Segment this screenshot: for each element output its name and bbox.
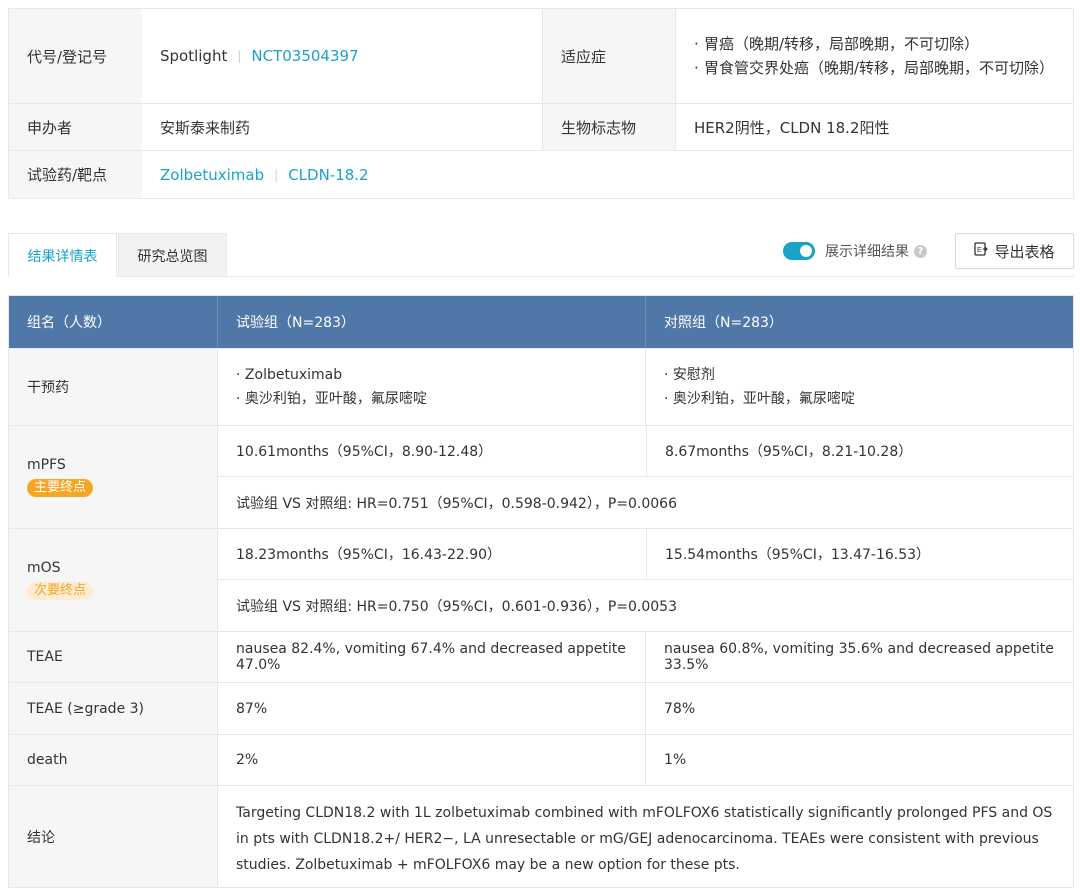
drug-value: Zolbetuximab | CLDN-18.2 — [142, 151, 1073, 198]
row-mpfs: mPFS 主要终点 10.61months（95%CI，8.90-12.48） … — [9, 425, 1073, 528]
show-details-toggle[interactable] — [783, 242, 815, 260]
conclusion-label: 结论 — [9, 786, 217, 887]
row-mos: mOS 次要终点 18.23months（95%CI，16.43-22.90） … — [9, 528, 1073, 631]
intervention-trial: · Zolbetuximab · 奥沙利铂，亚叶酸，氟尿嘧啶 — [217, 349, 645, 425]
death-control: 1% — [645, 735, 1073, 785]
row-teae-grade3: TEAE (≥grade 3) 87% 78% — [9, 682, 1073, 734]
drug-link[interactable]: Zolbetuximab — [160, 166, 264, 184]
teae-trial: nausea 82.4%, vomiting 67.4% and decreas… — [217, 632, 645, 682]
export-label: 导出表格 — [994, 242, 1055, 261]
conclusion-text: Targeting CLDN18.2 with 1L zolbetuximab … — [217, 786, 1073, 887]
mos-values: 18.23months（95%CI，16.43-22.90） 15.54mont… — [217, 529, 1073, 631]
teae3-label: TEAE (≥grade 3) — [9, 683, 217, 734]
sponsor-value: 安斯泰来制药 — [160, 118, 251, 137]
header-trial: 试验组（N=283） — [217, 296, 645, 348]
export-table-icon: E — [974, 242, 989, 260]
trial-name: Spotlight — [160, 47, 228, 65]
registry-link[interactable]: NCT03504397 — [251, 47, 358, 65]
mos-label: mOS — [27, 560, 61, 576]
sponsor-label: 申办者 — [9, 104, 142, 150]
indication-item: · 胃癌（晚期/转移，局部晚期，不可切除） — [694, 35, 980, 53]
tab-result-details[interactable]: 结果详情表 — [8, 233, 117, 277]
teae3-control: 78% — [645, 683, 1073, 734]
code-label: 代号/登记号 — [9, 9, 142, 103]
death-label: death — [9, 735, 217, 785]
code-value: Spotlight | NCT03504397 — [142, 9, 542, 103]
mos-trial: 18.23months（95%CI，16.43-22.90） — [236, 547, 502, 563]
death-trial: 2% — [217, 735, 645, 785]
drug-label: 试验药/靶点 — [9, 151, 142, 198]
teae3-trial: 87% — [217, 683, 645, 734]
mos-label-cell: mOS 次要终点 — [9, 529, 217, 631]
mpfs-control: 8.67months（95%CI，8.21-10.28） — [646, 426, 1073, 476]
results-table: 组名（人数） 试验组（N=283） 对照组（N=283） 干预药 · Zolbe… — [8, 295, 1074, 888]
help-icon[interactable]: ? — [914, 244, 927, 258]
mpfs-label: mPFS — [27, 457, 66, 473]
row-teae: TEAE nausea 82.4%, vomiting 67.4% and de… — [9, 631, 1073, 682]
code-separator: | — [237, 49, 242, 63]
bullet-item: · 安慰剂 — [664, 367, 715, 383]
primary-endpoint-badge: 主要终点 — [27, 479, 94, 497]
header-control: 对照组（N=283） — [645, 296, 1073, 348]
mos-control: 15.54months（95%CI，13.47-16.53） — [646, 529, 1073, 579]
indication-item: · 胃食管交界处癌（晚期/转移，局部晚期，不可切除） — [694, 59, 1055, 77]
target-link[interactable]: CLDN-18.2 — [288, 166, 368, 184]
bullet-item: · Zolbetuximab — [236, 367, 343, 383]
bullet-item: · 奥沙利铂，亚叶酸，氟尿嘧啶 — [236, 391, 427, 407]
result-tabs: 结果详情表 研究总览图 — [8, 233, 227, 277]
biomarker-value: HER2阴性，CLDN 18.2阳性 — [675, 104, 1073, 150]
row-conclusion: 结论 Targeting CLDN18.2 with 1L zolbetuxim… — [9, 785, 1073, 887]
info-row-drug: 试验药/靶点 Zolbetuximab | CLDN-18.2 — [9, 151, 1073, 198]
info-row-sponsor: 申办者 安斯泰来制药 生物标志物 HER2阴性，CLDN 18.2阳性 — [9, 104, 1073, 151]
header-group: 组名（人数） — [27, 315, 111, 331]
mos-comparison: 试验组 VS 对照组: HR=0.750（95%CI，0.601-0.936），… — [236, 598, 677, 615]
mpfs-label-cell: mPFS 主要终点 — [9, 426, 217, 528]
teae-label: TEAE — [9, 632, 217, 682]
row-death: death 2% 1% — [9, 734, 1073, 785]
trial-info-table: 代号/登记号 Spotlight | NCT03504397 适应症 · 胃癌（晚… — [8, 8, 1074, 199]
indication-value: · 胃癌（晚期/转移，局部晚期，不可切除） · 胃食管交界处癌（晚期/转移，局部晚期… — [675, 9, 1073, 103]
toggle-knob — [800, 245, 812, 257]
svg-text:E: E — [977, 247, 982, 254]
biomarker-label: 生物标志物 — [542, 104, 675, 150]
teae-control: nausea 60.8%, vomiting 35.6% and decreas… — [645, 632, 1073, 682]
row-intervention: 干预药 · Zolbetuximab · 奥沙利铂，亚叶酸，氟尿嘧啶 · 安慰剂… — [9, 348, 1073, 425]
intervention-control: · 安慰剂 · 奥沙利铂，亚叶酸，氟尿嘧啶 — [645, 349, 1073, 425]
info-row-code: 代号/登记号 Spotlight | NCT03504397 适应症 · 胃癌（晚… — [9, 9, 1073, 104]
bullet-item: · 奥沙利铂，亚叶酸，氟尿嘧啶 — [664, 391, 855, 407]
export-table-button[interactable]: E 导出表格 — [955, 233, 1074, 269]
tab-study-overview[interactable]: 研究总览图 — [118, 233, 227, 277]
secondary-endpoint-badge: 次要终点 — [27, 582, 94, 600]
intervention-label: 干预药 — [9, 349, 217, 425]
show-details-label: 展示详细结果 — [825, 244, 909, 260]
mpfs-values: 10.61months（95%CI，8.90-12.48） 8.67months… — [217, 426, 1073, 528]
indication-label: 适应症 — [542, 9, 675, 103]
detail-toggle-group: 展示详细结果 ? — [783, 241, 927, 261]
mpfs-comparison: 试验组 VS 对照组: HR=0.751（95%CI，0.598-0.942），… — [236, 495, 677, 512]
mpfs-trial: 10.61months（95%CI，8.90-12.48） — [236, 444, 493, 460]
tab-divider — [117, 276, 1074, 277]
drug-separator: | — [274, 167, 279, 182]
results-header: 组名（人数） 试验组（N=283） 对照组（N=283） — [9, 296, 1073, 348]
